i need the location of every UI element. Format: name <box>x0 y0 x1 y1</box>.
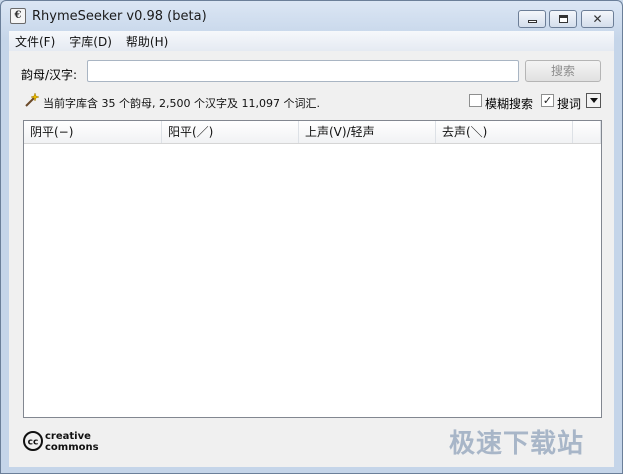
menu-library[interactable]: 字库(D) <box>69 33 112 50</box>
minimize-icon <box>527 20 537 23</box>
fuzzy-search-checkbox[interactable] <box>469 94 482 107</box>
column-header-filler <box>573 121 601 143</box>
watermark: 极速下载站 <box>449 429 585 459</box>
window-title: RhymeSeeker v0.98 (beta) <box>32 9 207 24</box>
table-header: 阴平(−) 阳平(／) 上声(V)/轻声 去声(＼) <box>24 121 601 144</box>
menu-help[interactable]: 帮助(H) <box>126 33 168 50</box>
svg-text:cc: cc <box>28 438 39 448</box>
title-bar[interactable]: € RhymeSeeker v0.98 (beta) ✕ <box>1 1 622 31</box>
search-words-label[interactable]: 搜词 <box>557 95 581 112</box>
app-icon[interactable]: € <box>10 8 26 24</box>
menu-file[interactable]: 文件(F) <box>15 33 55 50</box>
svg-text:creative: creative <box>45 431 91 442</box>
svg-text:commons: commons <box>45 442 99 453</box>
close-icon: ✕ <box>592 12 603 26</box>
results-table[interactable]: 阴平(−) 阳平(／) 上声(V)/轻声 去声(＼) <box>23 120 602 418</box>
column-header-qusheng[interactable]: 去声(＼) <box>436 121 573 143</box>
maximize-icon <box>558 15 568 23</box>
creative-commons-logo: cc creative commons <box>23 431 99 453</box>
search-words-checkbox[interactable]: ✓ <box>541 94 554 107</box>
maximize-button[interactable] <box>549 10 577 28</box>
column-header-shangsheng[interactable]: 上声(V)/轻声 <box>299 121 436 143</box>
magic-wand-icon <box>25 92 39 107</box>
column-header-yinping[interactable]: 阴平(−) <box>24 121 162 143</box>
menu-bar: 文件(F) 字库(D) 帮助(H) <box>9 31 614 51</box>
search-input[interactable] <box>87 60 519 82</box>
search-button[interactable]: 搜索 <box>525 60 601 82</box>
chevron-down-icon <box>589 98 598 103</box>
library-status: 当前字库含 35 个韵母, 2,500 个汉字及 11,097 个词汇. <box>43 97 320 110</box>
minimize-button[interactable] <box>518 10 546 28</box>
close-button[interactable]: ✕ <box>581 10 614 28</box>
options-dropdown-button[interactable] <box>586 93 601 108</box>
search-label: 韵母/汉字: <box>21 68 78 82</box>
fuzzy-search-label[interactable]: 模糊搜索 <box>485 95 533 112</box>
column-header-yangping[interactable]: 阳平(／) <box>162 121 299 143</box>
app-window: € RhymeSeeker v0.98 (beta) ✕ 文件(F) 字库(D)… <box>0 0 623 474</box>
client-area: 文件(F) 字库(D) 帮助(H) 韵母/汉字: 搜索 当前字库含 35 个韵母… <box>9 31 614 467</box>
